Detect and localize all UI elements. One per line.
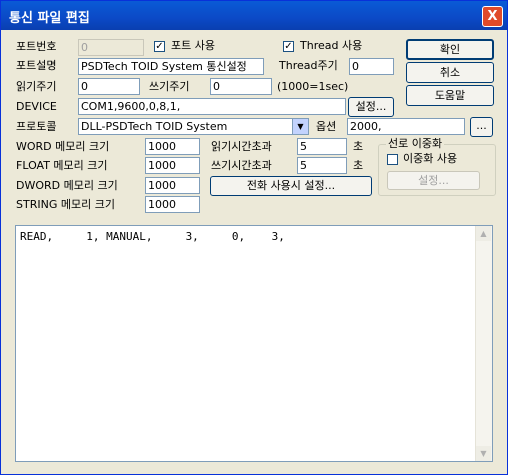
phone-settings-button[interactable]: 전화 사용시 설정...	[210, 176, 372, 196]
port-description-field[interactable]: PSDTech TOID System 통신설정	[78, 58, 264, 75]
write-period-field[interactable]: 0	[210, 78, 272, 95]
editor-content: READ, 1, MANUAL, 3, 0, 3,	[20, 230, 285, 243]
ok-button[interactable]: 확인	[406, 39, 494, 60]
chevron-down-icon[interactable]: ▼	[292, 119, 308, 134]
redundancy-checkbox-label: 이중화 사용	[403, 152, 458, 165]
read-period-label: 읽기주기	[16, 80, 57, 93]
protocol-selected-value: DLL-PSDTech TOID System	[81, 120, 228, 133]
option-browse-button[interactable]: ...	[470, 117, 493, 137]
device-settings-button[interactable]: 설정...	[348, 97, 394, 117]
help-button[interactable]: 도움말	[406, 85, 494, 106]
device-label: DEVICE	[16, 100, 57, 113]
redundancy-group-label: 선로 이중화	[386, 137, 445, 151]
write-timeout-field[interactable]: 5	[297, 157, 347, 174]
read-period-field[interactable]: 0	[78, 78, 140, 95]
port-number-field[interactable]: 0	[78, 39, 144, 56]
string-memory-field[interactable]: 1000	[145, 196, 200, 213]
redundancy-checkbox[interactable]	[387, 154, 398, 165]
window-title: 통신 파일 편집	[9, 11, 90, 26]
thread-use-label: Thread 사용	[300, 39, 363, 52]
device-field[interactable]: COM1,9600,0,8,1,	[78, 98, 346, 115]
dword-memory-label: DWORD 메모리 크기	[16, 179, 118, 192]
port-use-label: 포트 사용	[171, 39, 215, 52]
read-timeout-field[interactable]: 5	[297, 138, 347, 155]
word-memory-field[interactable]: 1000	[145, 138, 200, 155]
vertical-scrollbar[interactable]: ▲ ▼	[475, 226, 492, 461]
protocol-label: 프로토콜	[16, 120, 57, 133]
read-timeout-unit: 초	[353, 140, 364, 153]
option-field[interactable]: 2000,	[347, 118, 465, 135]
float-memory-label: FLOAT 메모리 크기	[16, 159, 108, 172]
title-bar: 통신 파일 편집 X	[1, 1, 507, 30]
period-unit-text: (1000=1sec)	[277, 80, 349, 93]
float-memory-field[interactable]: 1000	[145, 157, 200, 174]
port-description-label: 포트설명	[16, 59, 57, 72]
editor-textarea[interactable]: READ, 1, MANUAL, 3, 0, 3, ▲ ▼	[15, 225, 493, 462]
close-button[interactable]: X	[482, 6, 503, 27]
thread-period-label: Thread주기	[279, 59, 338, 72]
write-period-label: 쓰기주기	[149, 80, 190, 93]
scroll-up-icon[interactable]: ▲	[476, 226, 491, 241]
write-timeout-unit: 초	[353, 159, 364, 172]
redundancy-settings-button[interactable]: 설정...	[387, 171, 480, 190]
port-use-checkbox[interactable]: ✓	[154, 41, 165, 52]
word-memory-label: WORD 메모리 크기	[16, 140, 110, 153]
thread-use-checkbox[interactable]: ✓	[283, 41, 294, 52]
dialog-window: 통신 파일 편집 X 포트번호 0 ✓ 포트 사용 ✓ Thread 사용 포트…	[0, 0, 508, 475]
protocol-select[interactable]: DLL-PSDTech TOID System ▼	[78, 118, 309, 135]
write-timeout-label: 쓰기시간초과	[211, 159, 272, 172]
cancel-button[interactable]: 취소	[406, 62, 494, 83]
thread-period-field[interactable]: 0	[349, 58, 394, 75]
port-number-label: 포트번호	[16, 40, 57, 53]
option-label: 옵션	[316, 120, 337, 133]
scroll-down-icon[interactable]: ▼	[476, 446, 491, 461]
dword-memory-field[interactable]: 1000	[145, 177, 200, 194]
read-timeout-label: 읽기시간초과	[211, 140, 272, 153]
string-memory-label: STRING 메모리 크기	[16, 198, 115, 211]
